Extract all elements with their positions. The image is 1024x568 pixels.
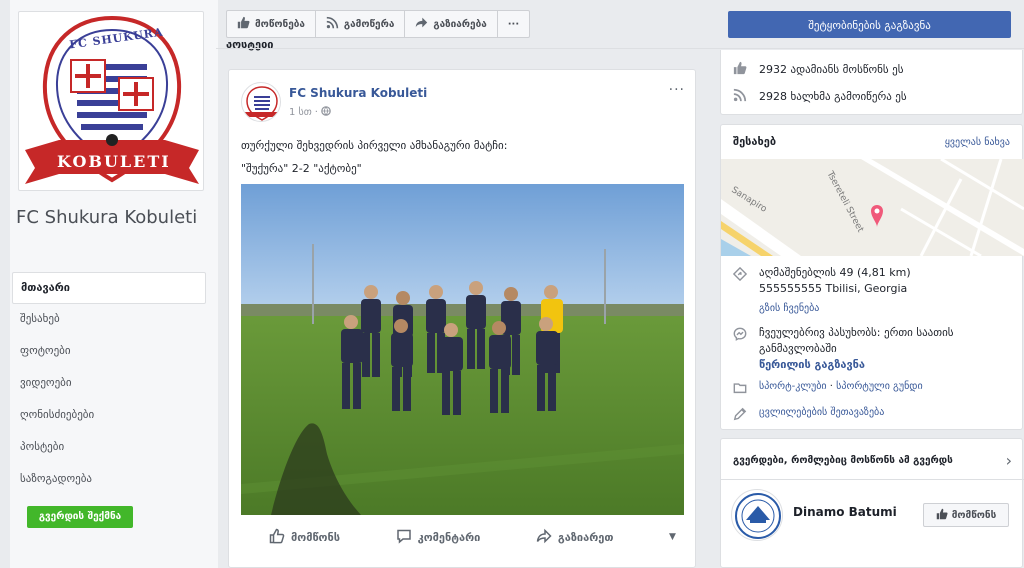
nav-item-videos[interactable]: ვიდეოები [12, 368, 206, 400]
address-line-1: აღმაშენებლის 49 (4,81 km) [759, 266, 911, 279]
audience-dropdown[interactable]: ▼ [669, 532, 676, 542]
page-profile-picture[interactable]: FC SHUKURA KOBULETI [18, 11, 204, 191]
nav-item-community[interactable]: საზოგადოება [12, 464, 206, 496]
category-separator: · [826, 381, 837, 392]
rss-icon [733, 88, 747, 105]
send-message-link[interactable]: წერილის გაგზავნა [759, 357, 1013, 373]
nav-item-events[interactable]: ღონისძიებები [12, 400, 206, 432]
response-time-text: ჩვეულებრივ პასუხობს: ერთი საათის განმავლ… [759, 326, 954, 355]
page-action-bar: მოწონება გამოწერა გაზიარება ··· [226, 10, 531, 38]
liked-page-like-label: მომწონს [951, 509, 997, 521]
liked-pages-card: გვერდები, რომლებიც მოსწონს ამ გვერდს › D… [720, 438, 1024, 568]
rss-icon [326, 16, 339, 32]
nav-item-photos[interactable]: ფოტოები [12, 336, 206, 368]
chevron-right-icon[interactable]: › [1006, 451, 1012, 470]
nav-item-about[interactable]: შესახებ [12, 304, 206, 336]
likes-count-text: 2932 ადამიანს მოსწონს ეს [759, 63, 904, 76]
follow-page-label: გამოწერა [343, 18, 395, 30]
logo-text-bottom: KOBULETI [57, 152, 171, 171]
follow-page-button[interactable]: გამოწერა [314, 10, 406, 38]
share-arrow-outline-icon [536, 528, 552, 547]
address-line-2: 555555555 Tbilisi, Georgia [759, 282, 908, 295]
create-page-button[interactable]: გვერდის შექმნა [27, 506, 133, 528]
folder-icon [733, 379, 747, 400]
post-time-text: 1 სთ [289, 107, 312, 118]
about-card: შესახებ ყველას ნახვა Sanapiro Tsereteli … [720, 124, 1024, 430]
response-time-row: ჩვეულებრივ პასუხობს: ერთი საათის განმავლ… [733, 325, 1013, 373]
map-pin-diamond-icon [732, 265, 748, 317]
category-row: სპორტ-კლუბი · სპორტული გუნდი [733, 379, 1013, 400]
liked-pages-title: გვერდები, რომლებიც მოსწონს ამ გვერდს [733, 455, 953, 466]
liked-pages-divider [721, 479, 1024, 480]
post-share-label: გაზიარეთ [557, 530, 614, 544]
like-page-button[interactable]: მოწონება [226, 10, 316, 38]
post-card: FC Shukura Kobuleti 1 სთ · ··· თურქული შ… [228, 69, 696, 568]
follows-count-text: 2928 ხალხმა გამოიწერა ეს [759, 90, 907, 103]
share-arrow-icon [415, 16, 428, 32]
post-photo[interactable] [241, 184, 684, 515]
post-text: თურქული შეხვედრის პირველი ამხანაგური მატ… [241, 134, 507, 180]
post-action-bar: მომწონს კომენტარი გაზიარეთ ▼ [241, 522, 684, 552]
follows-count-row: 2928 ხალხმა გამოიწერა ეს [733, 88, 907, 105]
post-timestamp[interactable]: 1 სთ · [289, 106, 331, 119]
post-like-label: მომწონს [291, 530, 341, 544]
post-author-avatar[interactable] [241, 82, 281, 122]
more-label: ··· [507, 18, 520, 30]
post-like-button[interactable]: მომწონს [269, 528, 340, 547]
page-stats-card: 2932 ადამიანს მოსწონს ეს 2928 ხალხმა გამ… [720, 50, 1023, 115]
header-divider [216, 48, 1024, 49]
location-map[interactable]: Sanapiro Tsereteli Street [721, 159, 1024, 256]
post-text-line-1: თურქული შეხვედრის პირველი ამხანაგური მატ… [241, 139, 508, 152]
likes-count-row: 2932 ადამიანს მოსწონს ეს [733, 61, 903, 78]
share-page-button[interactable]: გაზიარება [404, 10, 498, 38]
nav-item-posts[interactable]: პოსტები [12, 432, 206, 464]
liked-page-name[interactable]: Dinamo Batumi [793, 505, 897, 519]
thumbs-up-icon [733, 61, 747, 78]
suggest-edits-row: ცვლილებების შეთავაზება [733, 405, 1013, 426]
post-comment-label: კომენტარი [417, 530, 481, 544]
post-options-button[interactable]: ··· [669, 82, 685, 98]
more-options-button[interactable]: ··· [496, 10, 531, 38]
dot-separator: · [314, 107, 318, 118]
liked-page-like-button[interactable]: მომწონს [923, 503, 1009, 527]
address-row: აღმაშენებლის 49 (4,81 km) 555555555 Tbil… [732, 265, 1013, 317]
about-see-all-link[interactable]: ყველას ნახვა [945, 137, 1010, 148]
share-page-label: გაზიარება [433, 18, 487, 30]
post-author-name[interactable]: FC Shukura Kobuleti [289, 86, 427, 100]
caret-down-icon: ▼ [669, 532, 676, 542]
thumbs-up-outline-icon [269, 528, 285, 547]
about-title: შესახებ [733, 135, 777, 148]
left-nav: მთავარი შესახებ ფოტოები ვიდეოები ღონისძი… [12, 272, 206, 496]
send-message-button[interactable]: შეტყობინების გაგზავნა [728, 11, 1011, 38]
post-comment-button[interactable]: კომენტარი [396, 528, 481, 547]
post-text-line-2: "შუქურა" 2-2 "აქტობე" [241, 162, 362, 175]
suggest-edits-link[interactable]: ცვლილებების შეთავაზება [759, 405, 884, 426]
thumbs-up-icon [237, 16, 250, 32]
category-link-sports-team[interactable]: სპორტული გუნდი [836, 381, 923, 392]
get-directions-link[interactable]: გზის ჩვენება [759, 301, 911, 317]
page-title[interactable]: FC Shukura Kobuleti [16, 204, 206, 232]
category-link-sports-club[interactable]: სპორტ-კლუბი [759, 381, 827, 392]
thumbs-up-icon [936, 508, 948, 523]
globe-icon [321, 106, 331, 119]
messenger-icon [733, 325, 747, 373]
comment-bubble-icon [396, 528, 412, 547]
like-page-label: მოწონება [255, 18, 305, 30]
dinamo-batumi-logo[interactable] [731, 489, 783, 541]
post-share-button[interactable]: გაზიარეთ [536, 528, 614, 547]
nav-item-home[interactable]: მთავარი [12, 272, 206, 304]
pencil-icon [733, 405, 747, 426]
